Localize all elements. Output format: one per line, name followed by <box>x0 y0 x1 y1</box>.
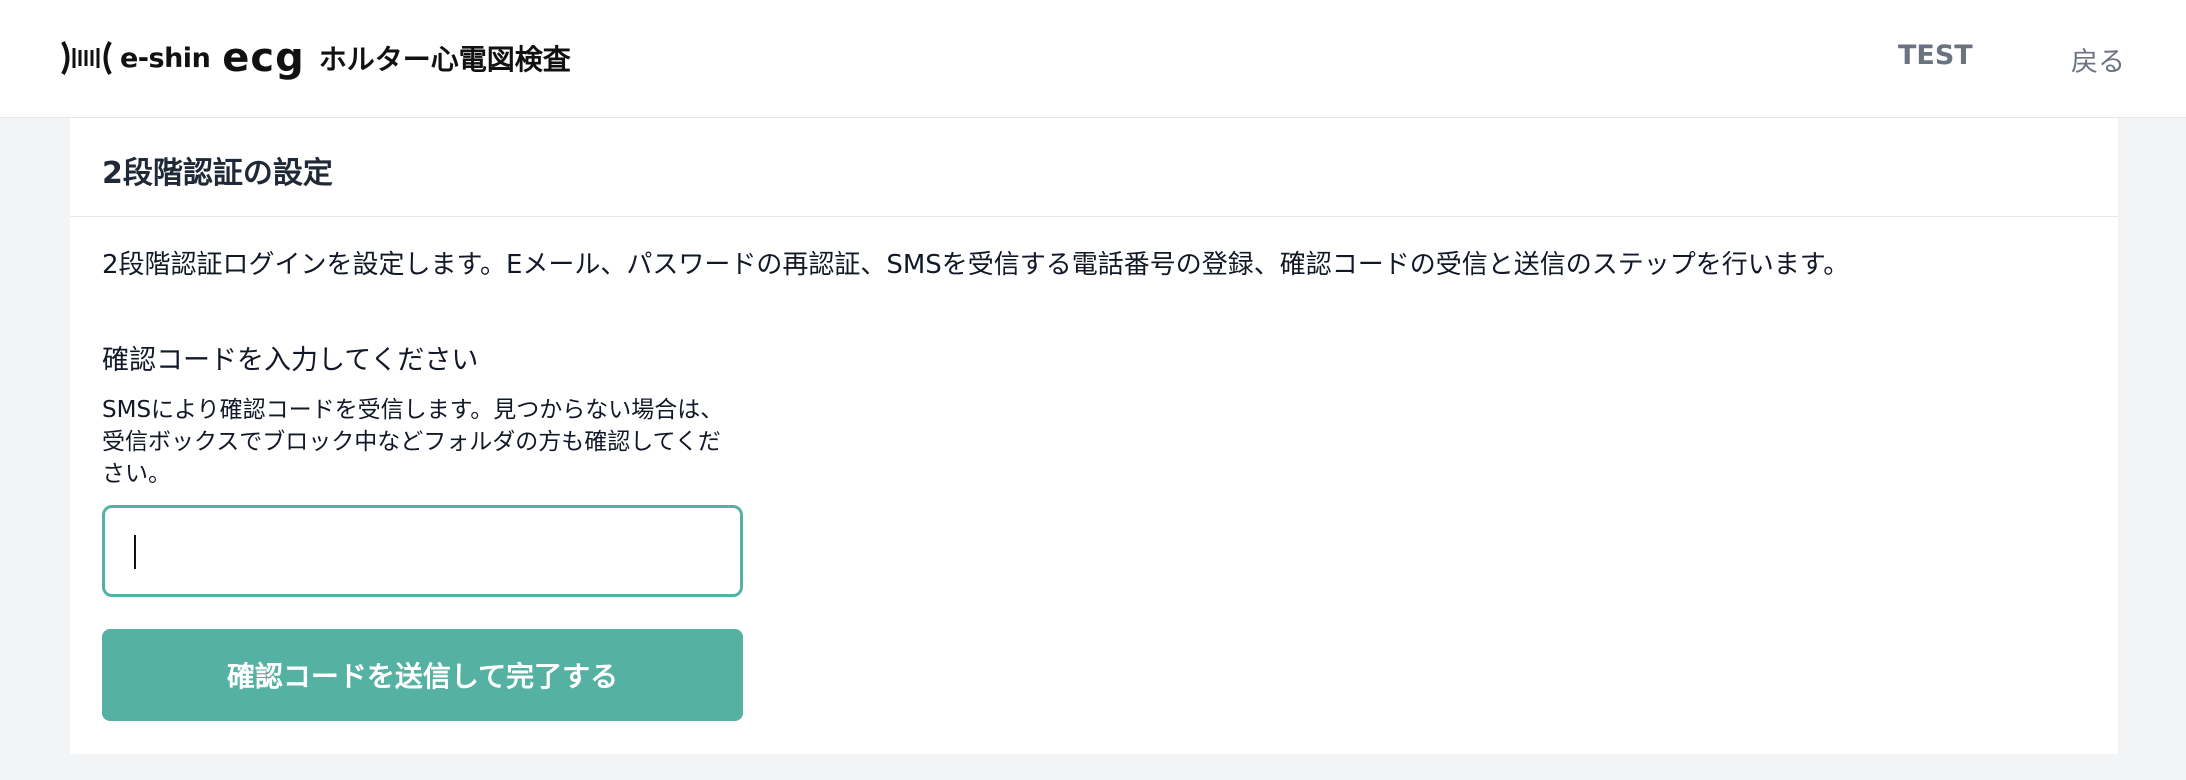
page-title: 2段階認証の設定 <box>102 156 333 191</box>
ecg-wave-icon <box>61 41 112 75</box>
card-header: 2段階認証の設定 <box>70 118 2118 217</box>
code-help-text: SMSにより確認コードを受信します。見つからない場合は、受信ボックスでブロック中… <box>102 397 724 487</box>
back-link[interactable]: 戻る <box>2071 40 2125 79</box>
setup-description: 2段階認証ログインを設定します。Eメール、パスワードの再認証、SMSを受信する電… <box>102 250 1850 280</box>
logo-ecg-text: ecg <box>222 35 305 81</box>
app-title: ホルター心電図検査 <box>318 43 571 76</box>
brand-logo[interactable]: e-shin ecg ホルター心電図検査 <box>60 36 571 80</box>
text-caret <box>134 535 136 569</box>
verification-code-input[interactable] <box>102 505 743 597</box>
code-input-label: 確認コードを入力してください <box>102 345 479 376</box>
app-header: e-shin ecg ホルター心電図検査 TEST 戻る <box>0 0 2186 118</box>
two-factor-setup-card: 2段階認証の設定 2段階認証ログインを設定します。Eメール、パスワードの再認証、… <box>70 118 2118 754</box>
logo-eshin-text: e-shin <box>120 42 211 74</box>
submit-code-button[interactable]: 確認コードを送信して完了する <box>102 629 743 721</box>
nav-test-link[interactable]: TEST <box>1898 40 1973 71</box>
